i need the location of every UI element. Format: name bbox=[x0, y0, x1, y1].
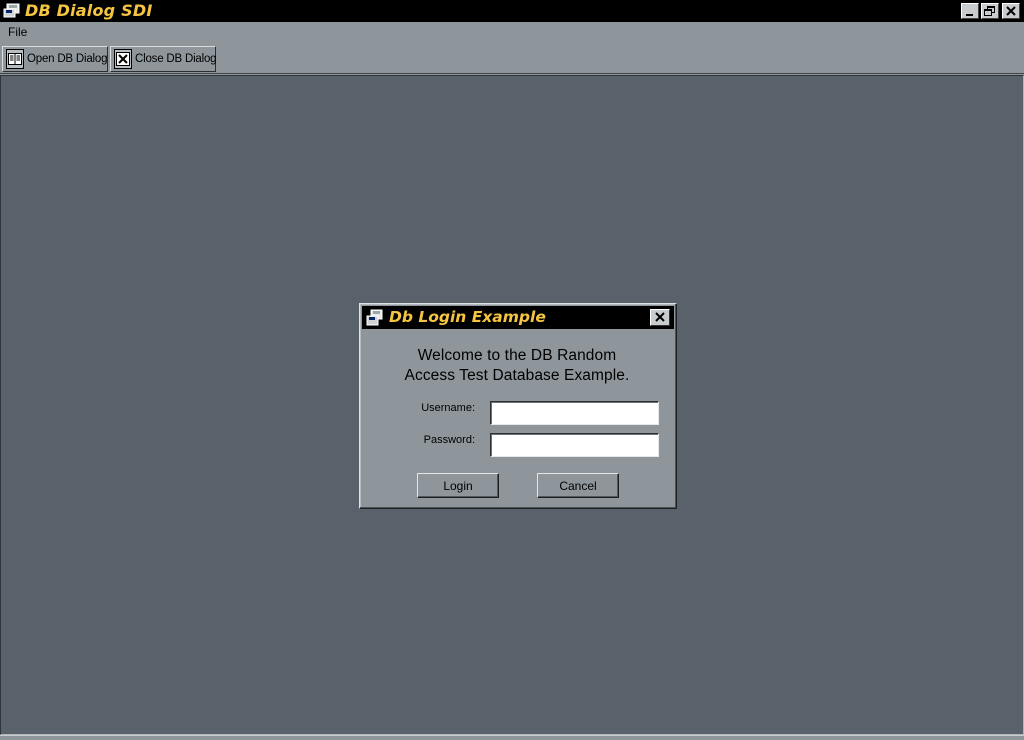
close-button[interactable] bbox=[1002, 3, 1020, 19]
dialog-titlebar[interactable]: Db Login Example bbox=[362, 306, 674, 329]
close-icon bbox=[655, 312, 665, 322]
cancel-button[interactable]: Cancel bbox=[537, 473, 619, 498]
toolbar: Open DB Dialog Close DB Dialog bbox=[0, 43, 1024, 74]
username-label: Username: bbox=[421, 402, 475, 414]
bottom-edge bbox=[0, 735, 1024, 740]
minimize-button[interactable] bbox=[961, 3, 979, 19]
close-db-dialog-label: Close DB Dialog bbox=[135, 53, 217, 65]
welcome-message: Welcome to the DB Random Access Test Dat… bbox=[360, 346, 674, 386]
welcome-line-1: Welcome to the DB Random bbox=[417, 347, 617, 364]
minimize-icon bbox=[966, 14, 973, 16]
open-book-icon bbox=[6, 49, 24, 69]
username-field[interactable] bbox=[490, 401, 659, 425]
close-db-dialog-button[interactable]: Close DB Dialog bbox=[110, 46, 217, 72]
dialog-title: Db Login Example bbox=[389, 308, 546, 326]
restore-icon bbox=[984, 6, 995, 16]
login-button[interactable]: Login bbox=[417, 473, 499, 498]
database-floppy-icon[interactable] bbox=[366, 309, 384, 326]
window-titlebar[interactable]: DB Dialog SDI bbox=[0, 0, 1024, 22]
open-db-dialog-button[interactable]: Open DB Dialog bbox=[2, 46, 108, 72]
close-icon bbox=[1006, 6, 1016, 16]
x-mark-icon bbox=[114, 49, 132, 69]
dialog-close-button[interactable] bbox=[650, 309, 670, 326]
restore-button[interactable] bbox=[981, 3, 999, 19]
database-floppy-icon[interactable] bbox=[3, 3, 21, 19]
password-label: Password: bbox=[423, 434, 475, 446]
open-db-dialog-label: Open DB Dialog bbox=[27, 53, 108, 65]
login-dialog: Db Login Example Welcome to the DB Rando… bbox=[359, 303, 677, 509]
menu-bar: File bbox=[0, 22, 1024, 43]
menu-file[interactable]: File bbox=[8, 25, 27, 39]
window-title: DB Dialog SDI bbox=[25, 1, 153, 20]
welcome-line-2: Access Test Database Example. bbox=[404, 367, 630, 384]
password-field[interactable] bbox=[490, 433, 659, 457]
